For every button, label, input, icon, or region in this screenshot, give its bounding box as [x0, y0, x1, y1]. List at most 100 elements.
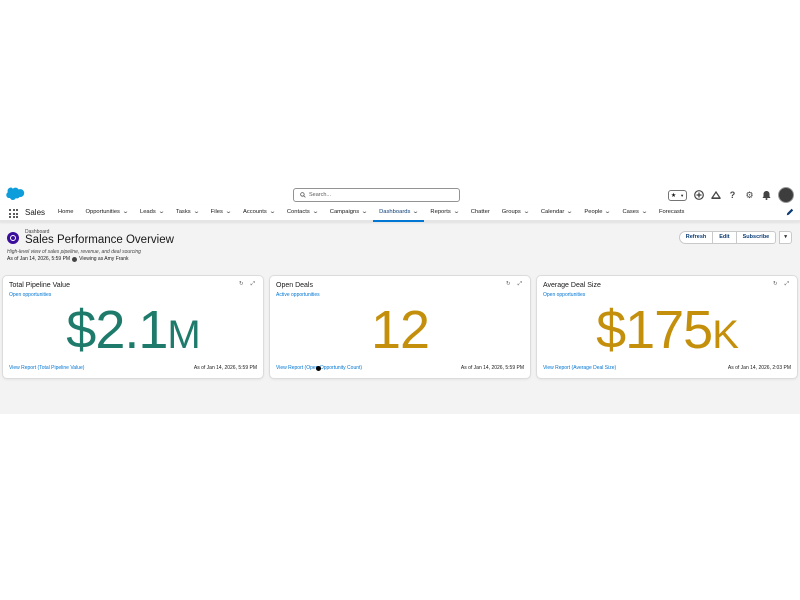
nav-item-label: Tasks	[175, 209, 191, 215]
more-actions-button[interactable]: ▾	[779, 231, 792, 244]
viewing-as-label: Viewing as Amy Frank	[79, 256, 129, 262]
star-icon: ★	[670, 192, 677, 199]
setup-gear-icon[interactable]: ⚙	[744, 190, 755, 201]
metric-number: 12	[370, 300, 430, 360]
app-launcher-icon[interactable]	[9, 209, 18, 218]
chevron-down-icon: ▼	[680, 192, 685, 198]
nav-item-label: Opportunities	[85, 209, 120, 215]
nav-item-files[interactable]: Files ⌄	[205, 205, 237, 222]
mouse-cursor	[316, 366, 321, 371]
nav-item-label: Accounts	[242, 209, 267, 215]
trailhead-icon[interactable]	[710, 190, 721, 201]
card-timestamp: As of Jan 14, 2026, 2:03 PM	[727, 365, 791, 371]
app-navigation-bar: Sales Home Opportunities ⌄ Leads ⌄ Tasks ⌄ File…	[0, 205, 800, 222]
metric-number: $175	[596, 300, 713, 360]
dashboard-page-header: Dashboard Sales Performance Overview Hig…	[0, 222, 800, 272]
chevron-down-icon[interactable]: ⌄	[361, 205, 368, 219]
global-header: Search... ★ ▼ ? ⚙	[0, 183, 800, 205]
chevron-down-icon[interactable]: ⌄	[122, 205, 129, 219]
card-title: Open Deals	[276, 282, 313, 289]
metric-suffix: M	[167, 313, 200, 357]
chevron-down-icon[interactable]: ⌄	[312, 205, 319, 219]
edit-nav-pencil-icon[interactable]	[786, 208, 794, 216]
edit-button[interactable]: Edit	[712, 231, 737, 244]
chevron-down-icon[interactable]: ⌄	[523, 205, 530, 219]
expand-icon[interactable]: ⤢	[785, 281, 789, 288]
view-report-link[interactable]: View Report (Average Deal Size)	[543, 365, 616, 371]
metric-value: 12	[270, 303, 530, 357]
nav-item-label: Forecasts	[658, 209, 685, 215]
card-actions: ↻ ⤢	[239, 281, 255, 288]
metric-suffix: K	[712, 313, 739, 357]
card-subtitle[interactable]: Active opportunities	[276, 292, 320, 298]
nav-item-label: Reports	[430, 209, 451, 215]
nav-item-leads[interactable]: Leads ⌄	[134, 205, 170, 222]
nav-item-label: Cases	[622, 209, 639, 215]
nav-item-label: Groups	[501, 209, 521, 215]
salesforce-cloud-logo[interactable]	[6, 187, 25, 200]
nav-item-campaigns[interactable]: Campaigns ⌄	[324, 205, 373, 222]
nav-item-opportunities[interactable]: Opportunities ⌄	[79, 205, 134, 222]
nav-item-label: Contacts	[286, 209, 310, 215]
chevron-down-icon[interactable]: ⌄	[566, 205, 573, 219]
card-title: Total Pipeline Value	[9, 282, 70, 289]
app-name: Sales	[25, 208, 46, 217]
nav-item-calendar[interactable]: Calendar ⌄	[535, 205, 579, 222]
salesforce-app: Search... ★ ▼ ? ⚙ Sales Home Opportuniti…	[0, 183, 800, 414]
card-timestamp: As of Jan 14, 2026, 5:59 PM	[193, 365, 257, 371]
page-title: Sales Performance Overview	[25, 234, 174, 246]
favorites-button[interactable]: ★ ▼	[668, 189, 687, 201]
card-subtitle[interactable]: Open opportunities	[543, 292, 585, 298]
metric-number: $2.1	[66, 300, 168, 360]
nav-item-label: Dashboards	[379, 209, 411, 215]
nav-item-chatter[interactable]: Chatter	[465, 205, 496, 222]
nav-item-label: People	[584, 209, 603, 215]
notifications-bell-icon[interactable]	[761, 190, 772, 201]
nav-item-people[interactable]: People ⌄	[578, 205, 616, 222]
nav-item-label: Chatter	[470, 209, 490, 215]
expand-icon[interactable]: ⤢	[251, 281, 255, 288]
chevron-down-icon[interactable]: ⌄	[193, 205, 200, 219]
expand-icon[interactable]: ⤢	[518, 281, 522, 288]
chevron-down-icon[interactable]: ⌄	[158, 205, 165, 219]
nav-item-label: Campaigns	[329, 209, 360, 215]
global-search-input[interactable]: Search...	[293, 188, 460, 202]
refresh-icon[interactable]: ↻	[239, 281, 244, 288]
help-icon[interactable]: ?	[727, 190, 738, 201]
nav-item-reports[interactable]: Reports ⌄	[424, 205, 464, 222]
dashboard-icon	[7, 232, 19, 244]
header-utility-icons: ★ ▼ ? ⚙	[668, 187, 794, 203]
chevron-down-icon[interactable]: ⌄	[269, 205, 276, 219]
global-actions-icon[interactable]	[693, 190, 704, 201]
nav-item-accounts[interactable]: Accounts ⌄	[237, 205, 281, 222]
dashboard-meta: As of Jan 14, 2026, 5:59 PM Viewing as A…	[7, 256, 128, 262]
nav-item-dashboards[interactable]: Dashboards ⌄	[373, 205, 425, 222]
nav-item-groups[interactable]: Groups ⌄	[496, 205, 535, 222]
refresh-icon[interactable]: ↻	[506, 281, 511, 288]
search-icon	[300, 192, 306, 198]
view-report-link[interactable]: View Report (Total Pipeline Value)	[9, 365, 84, 371]
refresh-icon[interactable]: ↻	[773, 281, 778, 288]
card-timestamp: As of Jan 14, 2026, 5:59 PM	[460, 365, 524, 371]
nav-item-contacts[interactable]: Contacts ⌄	[281, 205, 324, 222]
as-of-timestamp: As of Jan 14, 2026, 5:59 PM	[7, 256, 71, 262]
subscribe-button[interactable]: Subscribe	[735, 231, 777, 244]
metric-card: Open Deals Active opportunities ↻ ⤢ 12 View R…	[269, 275, 531, 379]
chevron-down-icon[interactable]: ⌄	[453, 205, 460, 219]
chevron-down-icon[interactable]: ⌄	[225, 205, 232, 219]
chevron-down-icon[interactable]: ⌄	[604, 205, 611, 219]
nav-item-forecasts[interactable]: Forecasts	[653, 205, 690, 222]
page-description: High-level view of sales pipeline, reven…	[7, 249, 141, 255]
card-subtitle[interactable]: Open opportunities	[9, 292, 51, 298]
chevron-down-icon[interactable]: ⌄	[641, 205, 648, 219]
nav-item-tasks[interactable]: Tasks ⌄	[170, 205, 205, 222]
user-avatar[interactable]	[778, 187, 794, 203]
refresh-button[interactable]: Refresh	[678, 231, 714, 244]
chevron-down-icon[interactable]: ⌄	[412, 205, 419, 219]
nav-item-cases[interactable]: Cases ⌄	[616, 205, 652, 222]
nav-item-home[interactable]: Home	[52, 205, 79, 222]
metric-value: $175K	[537, 303, 797, 357]
running-user-icon	[72, 256, 78, 262]
card-actions: ↻ ⤢	[506, 281, 522, 288]
header-actions: Refresh Edit Subscribe ▾	[678, 231, 792, 244]
